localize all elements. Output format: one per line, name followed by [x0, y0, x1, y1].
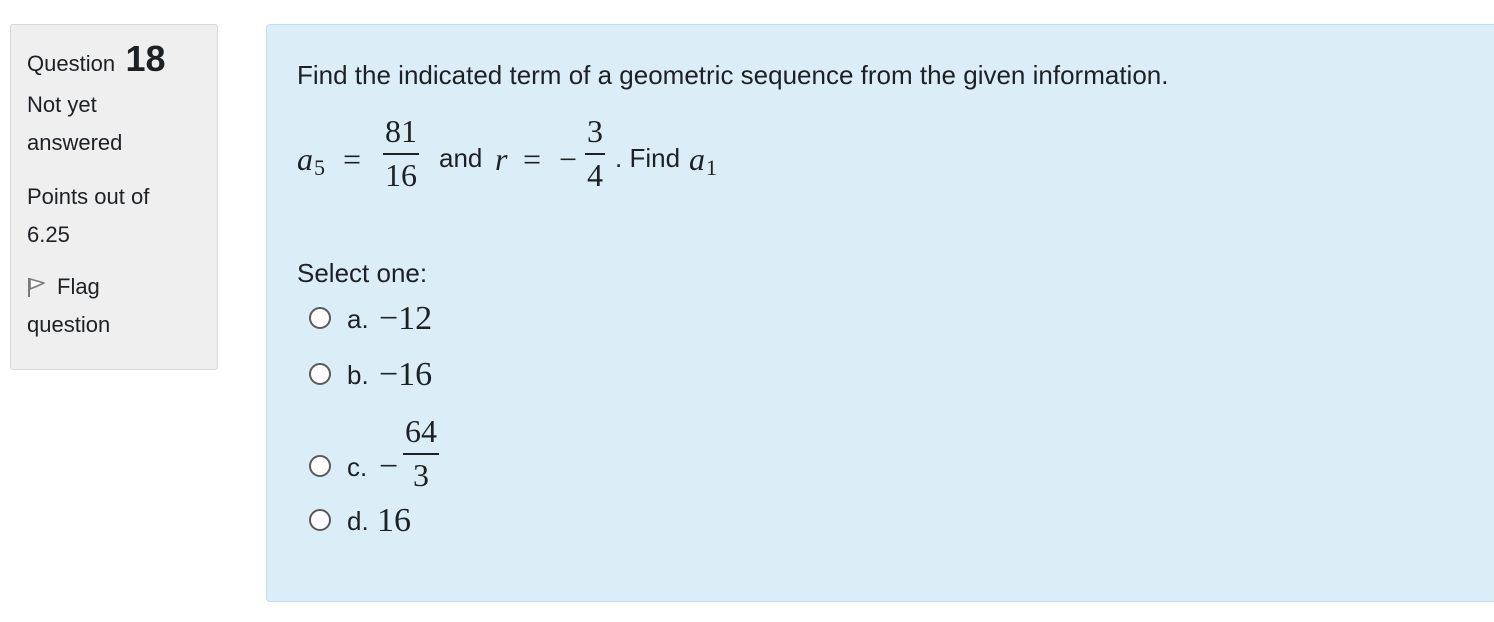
option-b-letter[interactable]: b. [347, 357, 369, 393]
option-c-fraction-bar [403, 453, 439, 455]
and-text: and [439, 143, 483, 173]
option-c-numerator[interactable]: 64 [403, 413, 439, 449]
r-denominator: 4 [587, 157, 603, 193]
r-minus-sign: − [559, 141, 578, 177]
option-d-letter[interactable]: d. [347, 503, 369, 539]
r-variable: r [495, 141, 508, 177]
r-equals: = [523, 141, 542, 177]
option-a-value[interactable]: −12 [379, 299, 432, 339]
radio-option-b[interactable] [309, 363, 331, 385]
question-grade-line1: Points out of [27, 184, 150, 209]
option-c-letter[interactable]: c. [347, 449, 367, 485]
option-a-letter[interactable]: a. [347, 301, 369, 337]
question-info-panel: Question 18 Not yet answered Points out … [10, 24, 218, 370]
flag-label-line2[interactable]: question [27, 306, 201, 344]
a5-equals: = [343, 141, 362, 177]
question-number-line: Question 18 [27, 39, 201, 84]
select-one-label: Select one: [297, 258, 428, 288]
question-prompt: Find the indicated term of a geometric s… [297, 60, 1169, 90]
a5-fraction-bar [383, 153, 419, 155]
a1-variable: a [689, 141, 705, 177]
a1-subscript: 1 [706, 155, 717, 180]
a5-variable: a [297, 141, 313, 177]
a5-subscript: 5 [314, 155, 325, 180]
question-state-line2: answered [27, 130, 123, 155]
flag-icon[interactable] [27, 272, 47, 297]
flag-question-link[interactable]: Flag question [27, 268, 201, 344]
r-fraction: 3 4 [585, 113, 605, 193]
radio-option-c[interactable] [309, 455, 331, 477]
question-state-line1: Not yet [27, 92, 97, 117]
option-b-value[interactable]: −16 [379, 355, 432, 395]
radio-option-d[interactable] [309, 509, 331, 531]
flag-label-line1[interactable]: Flag [57, 274, 100, 299]
question-label: Question [27, 51, 116, 76]
r-fraction-bar [585, 153, 605, 155]
radio-option-a[interactable] [309, 307, 331, 329]
a5-numerator: 81 [385, 113, 417, 149]
question-number: 18 [125, 38, 166, 79]
question-content: Find the indicated term of a geometric s… [266, 24, 1494, 602]
question-math: a 5 = 81 16 and r = − 3 4 . Find a 1 [297, 113, 1475, 203]
r-numerator: 3 [587, 113, 603, 149]
a5-fraction: 81 16 [383, 113, 419, 193]
question-state: Not yet answered [27, 86, 201, 162]
option-c-minus-sign[interactable]: − [379, 447, 398, 487]
a5-denominator: 16 [385, 157, 417, 193]
question-grade: Points out of 6.25 [27, 178, 201, 254]
option-c-denominator[interactable]: 3 [403, 457, 439, 493]
option-c-fraction[interactable]: 64 3 [403, 413, 439, 493]
find-text: . Find [615, 143, 681, 173]
option-d-value[interactable]: 16 [377, 501, 411, 541]
question-grade-line2: 6.25 [27, 222, 70, 247]
